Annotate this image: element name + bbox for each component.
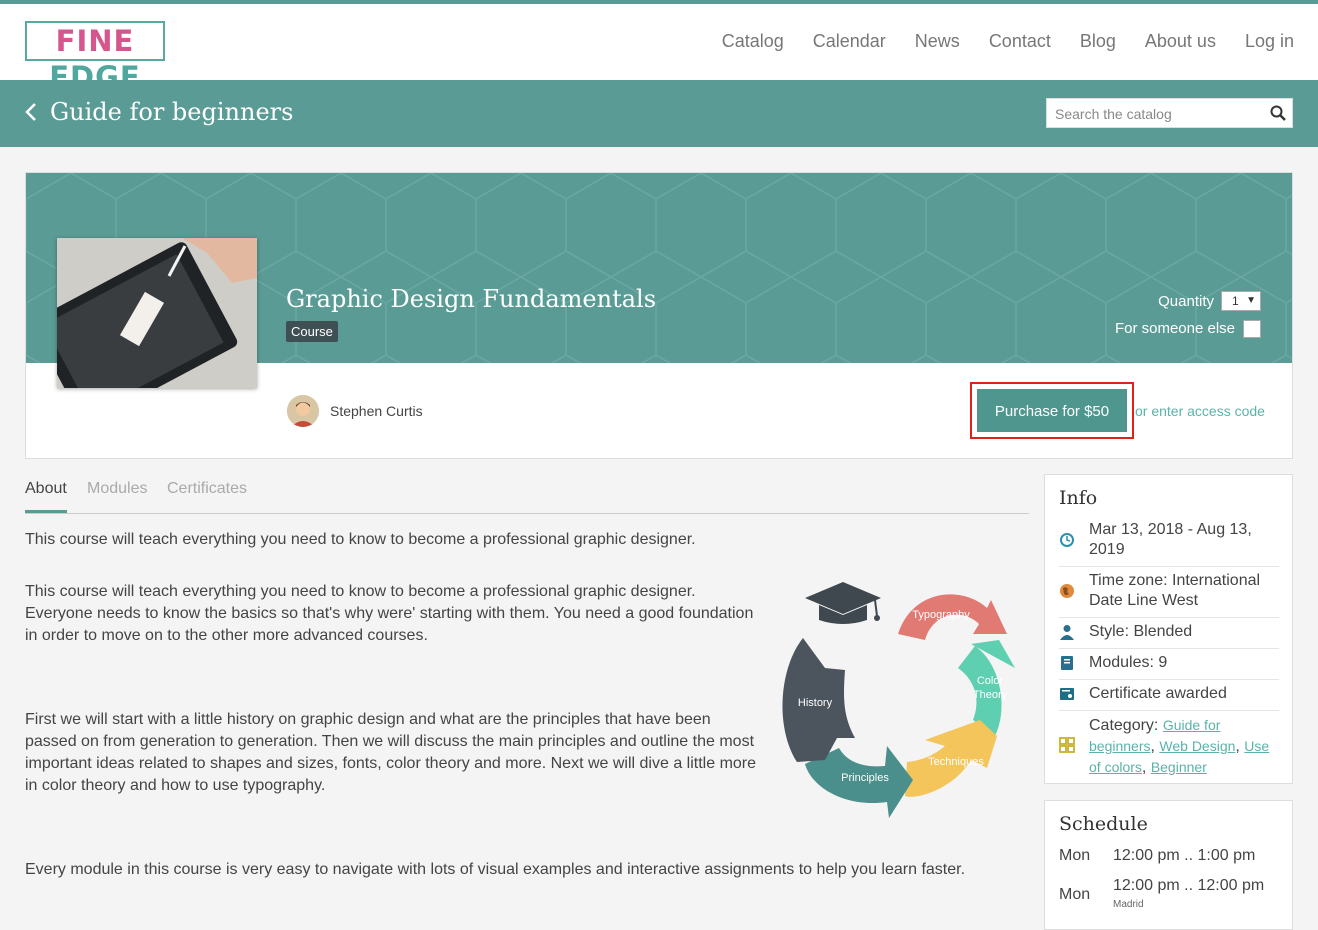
author-name[interactable]: Stephen Curtis xyxy=(330,403,423,419)
schedule-timezone: Madrid xyxy=(1113,899,1144,910)
quantity-label: Quantity xyxy=(1158,293,1214,310)
person-icon xyxy=(1060,625,1074,640)
course-thumbnail xyxy=(57,238,257,388)
info-timezone-row: Time zone: International Date Line West xyxy=(1059,571,1279,618)
about-paragraph-3: Every module in this course is very easy… xyxy=(25,861,966,878)
purchase-button[interactable]: Purchase for $50 xyxy=(977,389,1127,432)
back-chevron-icon[interactable] xyxy=(24,102,38,122)
course-card: Graphic Design Fundamentals Course Quant… xyxy=(25,172,1293,459)
clock-icon xyxy=(1060,533,1074,547)
label-principles: Principles xyxy=(841,772,889,784)
nav-calendar[interactable]: Calendar xyxy=(813,31,886,52)
category-link-web-design[interactable]: Web Design xyxy=(1159,738,1235,754)
info-category-row: Category: Guide for beginners, Web Desig… xyxy=(1059,715,1279,777)
tab-about[interactable]: About xyxy=(25,480,67,498)
nav-blog[interactable]: Blog xyxy=(1080,31,1116,52)
course-type-badge: Course xyxy=(286,321,338,342)
nav-news[interactable]: News xyxy=(915,31,960,52)
about-paragraph-1: This course will teach everything you ne… xyxy=(25,583,754,644)
course-cycle-diagram: Typography Color Theory Techniques Princ… xyxy=(782,582,1015,818)
tablet-illustration xyxy=(57,238,257,388)
info-style-row: Style: Blended xyxy=(1059,622,1279,649)
info-dates-row: Mar 13, 2018 - Aug 13, 2019 xyxy=(1059,520,1279,567)
globe-icon xyxy=(1060,584,1074,598)
label-techniques: Techniques xyxy=(928,756,984,768)
nav-log-in[interactable]: Log in xyxy=(1245,31,1294,52)
nav-contact[interactable]: Contact xyxy=(989,31,1051,52)
quantity-select[interactable]: 1 ▼ xyxy=(1221,291,1261,311)
course-tabs: About Modules Certificates xyxy=(25,473,1029,514)
author-avatar xyxy=(287,395,319,427)
site-header: FINE EDGE Catalog Calendar News Contact … xyxy=(0,4,1318,94)
about-paragraph-2: First we will start with a little histor… xyxy=(25,711,757,794)
dropdown-arrow-icon: ▼ xyxy=(1246,295,1256,306)
tab-certificates[interactable]: Certificates xyxy=(167,480,247,498)
info-title: Info xyxy=(1059,487,1098,509)
category-link-beginner[interactable]: Beginner xyxy=(1151,759,1207,775)
page-header-bar: Guide for beginners xyxy=(0,80,1318,147)
label-typography: Typography xyxy=(912,609,970,621)
main-nav: Catalog Calendar News Contact Blog About… xyxy=(722,31,1294,52)
category-grid-icon xyxy=(1059,737,1075,753)
course-title: Graphic Design Fundamentals xyxy=(286,285,657,313)
schedule-title: Schedule xyxy=(1059,813,1148,835)
info-modules-row: Modules: 9 xyxy=(1059,653,1279,680)
tab-modules[interactable]: Modules xyxy=(87,480,147,498)
active-tab-indicator xyxy=(25,510,67,513)
certificate-icon xyxy=(1060,688,1074,700)
search-input[interactable] xyxy=(1053,100,1267,128)
catalog-search xyxy=(1046,98,1293,128)
page-title: Guide for beginners xyxy=(50,98,294,126)
someone-else-label: For someone else xyxy=(1114,320,1235,337)
info-card: Info Mar 13, 2018 - Aug 13, 2019 Time zo… xyxy=(1044,474,1293,784)
label-theory: Theory xyxy=(973,689,1008,701)
someone-else-checkbox[interactable] xyxy=(1243,320,1261,338)
nav-about-us[interactable]: About us xyxy=(1145,31,1216,52)
color-theory-segment xyxy=(958,640,1015,736)
site-logo[interactable]: FINE EDGE xyxy=(25,21,165,94)
graduation-cap-icon xyxy=(805,582,881,624)
label-history: History xyxy=(798,697,833,709)
nav-catalog[interactable]: Catalog xyxy=(722,31,784,52)
label-color: Color xyxy=(977,675,1004,687)
access-code-link[interactable]: or enter access code xyxy=(1135,403,1265,419)
search-icon[interactable] xyxy=(1270,105,1286,121)
about-intro: This course will teach everything you ne… xyxy=(25,531,696,548)
info-certificate-row: Certificate awarded xyxy=(1059,684,1279,711)
book-icon xyxy=(1061,656,1073,670)
